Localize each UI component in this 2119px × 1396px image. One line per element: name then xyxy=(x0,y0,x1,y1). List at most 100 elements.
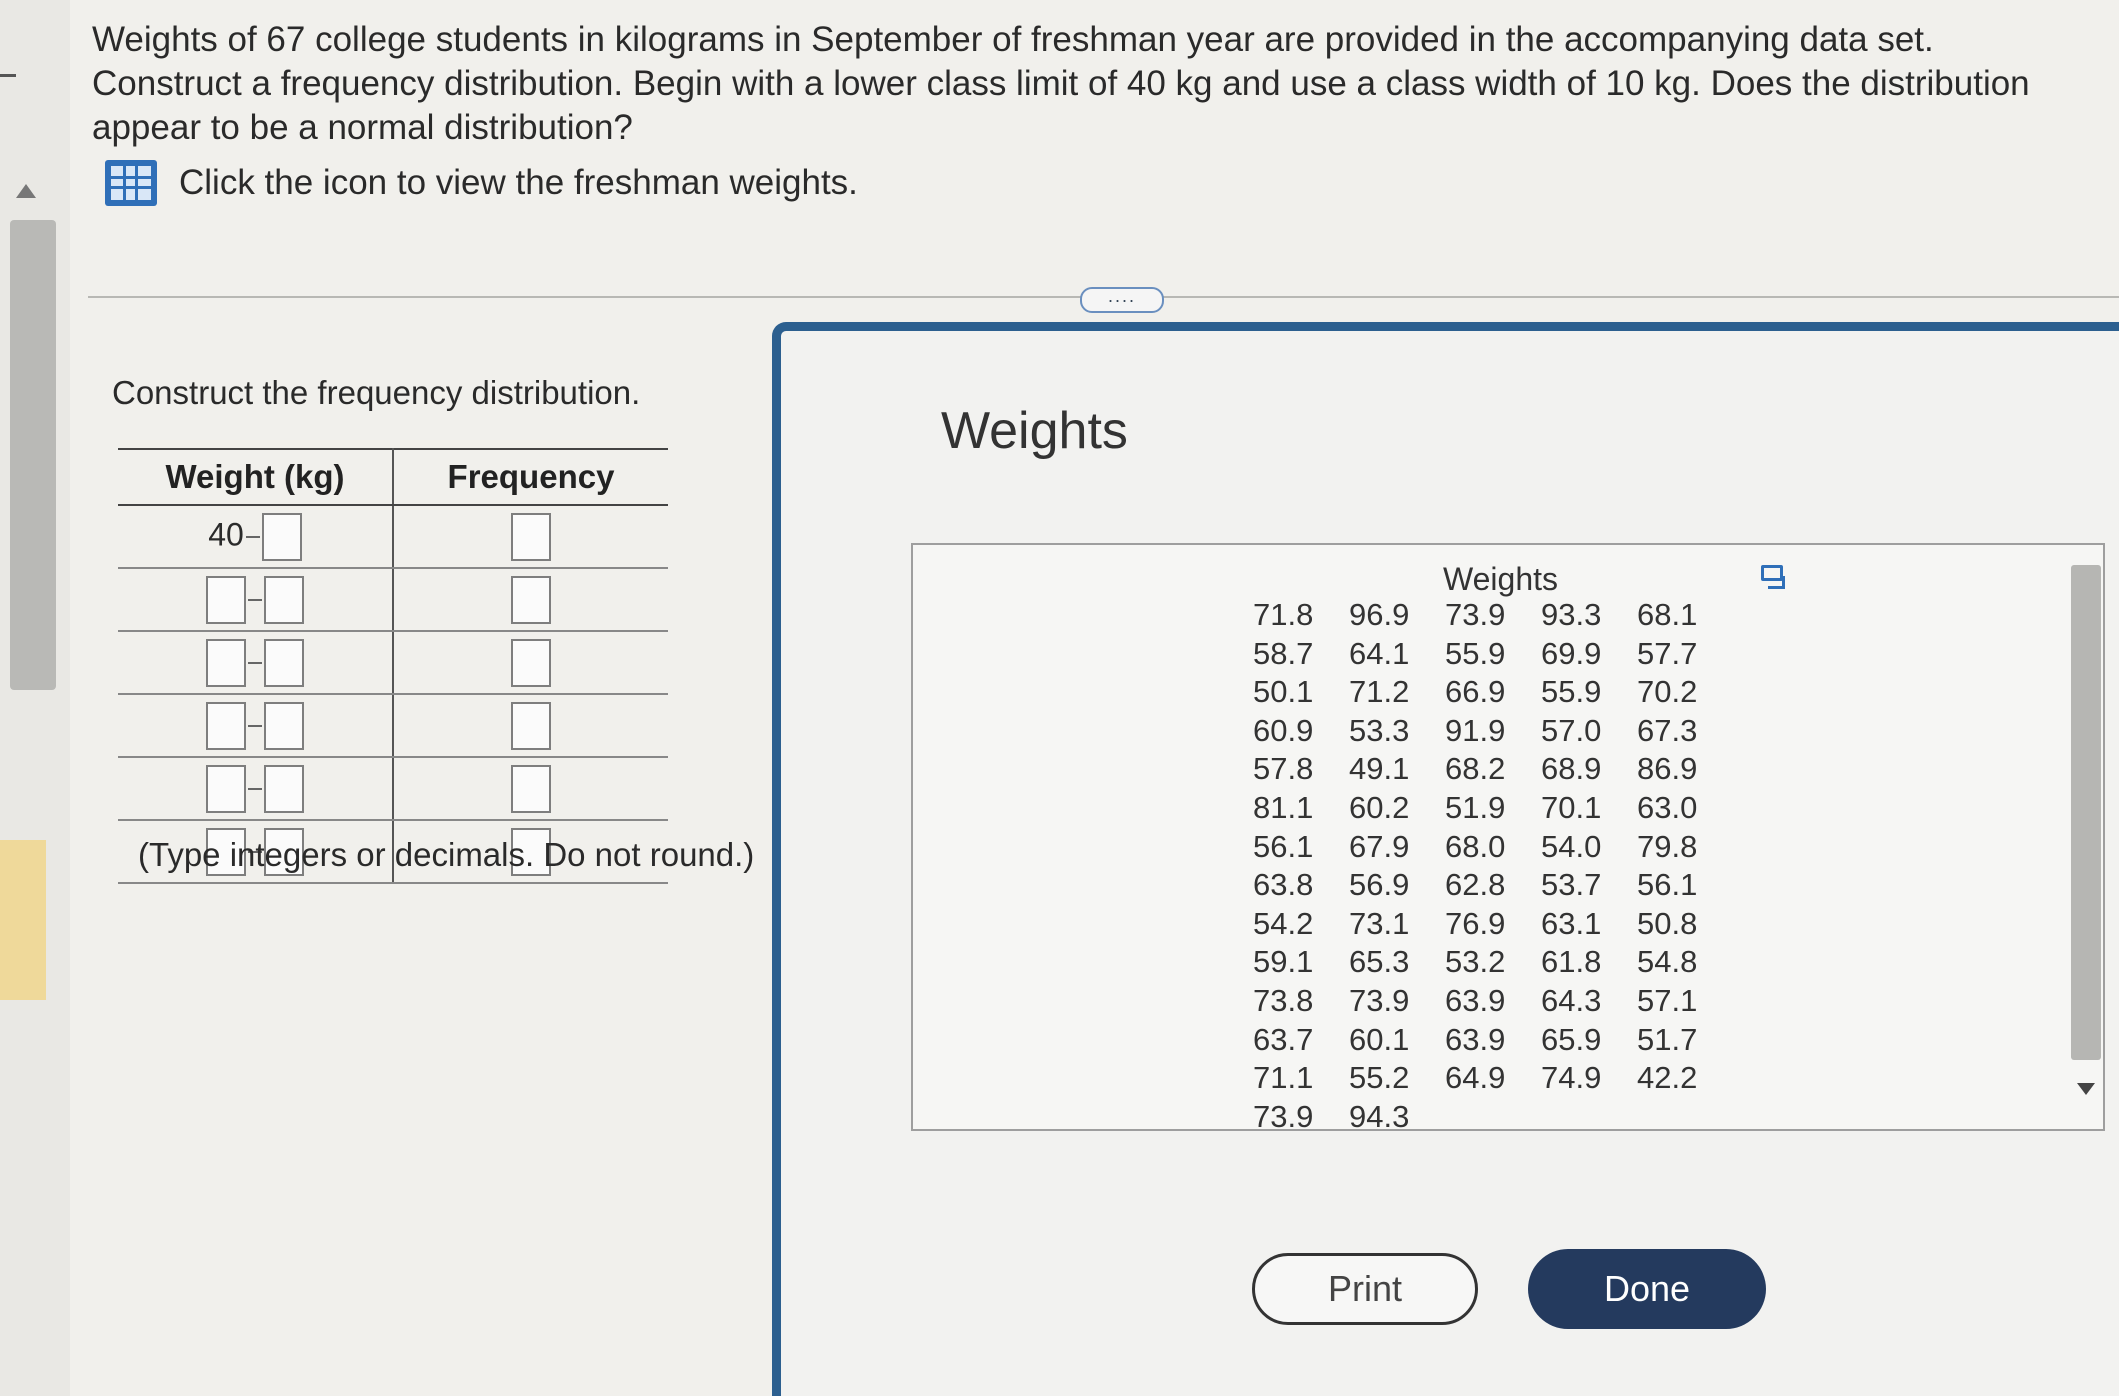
weights-popup: Weights Weights 71.8 96.9 73.9 93.3 68.1 58.7… xyxy=(772,322,2119,1396)
weight-value: 81.1 xyxy=(1253,789,1314,825)
weight-value: 63.9 xyxy=(1445,982,1506,1018)
weight-value: 67.3 xyxy=(1637,712,1698,748)
lower-limit-input-4[interactable] xyxy=(206,701,246,750)
frequency-instruction: Construct the frequency distribution. xyxy=(112,374,641,411)
highlight-marker xyxy=(0,840,46,1000)
class-cell: 40 xyxy=(118,505,394,569)
data-table-title: Weights xyxy=(1443,561,1559,597)
header-frequency: Frequency xyxy=(393,448,668,506)
print-button[interactable]: Print xyxy=(1252,1253,1478,1325)
weight-value: 70.2 xyxy=(1637,674,1698,710)
data-scrollbar[interactable] xyxy=(2069,555,2103,1115)
class-cell xyxy=(118,631,394,695)
weight-value: 71.1 xyxy=(1253,1060,1314,1096)
weight-value: 58.7 xyxy=(1253,635,1314,671)
frequency-input-5[interactable] xyxy=(511,764,551,813)
input-note: (Type integers or decimals. Do not round… xyxy=(138,836,755,873)
lower-limit-input-2[interactable] xyxy=(206,575,246,624)
scroll-up-arrow-icon[interactable] xyxy=(16,184,36,198)
weight-value: 57.8 xyxy=(1253,751,1314,787)
weight-value: 50.1 xyxy=(1253,674,1314,710)
upper-limit-input-5[interactable] xyxy=(264,764,304,813)
popup-title: Weights xyxy=(941,402,1128,460)
upper-limit-input-4[interactable] xyxy=(264,701,304,750)
copy-icon[interactable] xyxy=(1761,565,1785,589)
weight-value: 55.9 xyxy=(1541,674,1602,710)
weight-value: 70.1 xyxy=(1541,789,1602,825)
class-dash xyxy=(248,661,262,664)
scroll-down-arrow-icon[interactable] xyxy=(2077,1083,2095,1095)
class-dash xyxy=(248,724,262,727)
weight-value: 49.1 xyxy=(1349,751,1410,787)
upper-limit-input-1[interactable] xyxy=(261,512,302,561)
class-cell xyxy=(118,694,394,758)
lower-limit-input-5[interactable] xyxy=(206,764,246,813)
weight-value: 60.9 xyxy=(1253,712,1314,748)
done-button[interactable]: Done xyxy=(1528,1249,1766,1329)
weight-value: 63.8 xyxy=(1253,867,1314,903)
weight-value: 56.9 xyxy=(1349,867,1410,903)
weight-value: 54.2 xyxy=(1253,905,1314,941)
weight-value: 64.1 xyxy=(1349,635,1410,671)
more-options-button[interactable]: .... xyxy=(1080,287,1164,313)
weight-value: 64.3 xyxy=(1541,982,1602,1018)
weight-value: 55.2 xyxy=(1349,1060,1410,1096)
frequency-input-4[interactable] xyxy=(511,701,551,750)
weight-value: 53.3 xyxy=(1349,712,1410,748)
weight-value: 79.8 xyxy=(1637,828,1698,864)
question-text: Weights of 67 college students in kilogr… xyxy=(92,20,2030,147)
class-cell xyxy=(118,757,394,821)
class-dash xyxy=(248,787,262,790)
weight-value: 68.1 xyxy=(1637,597,1698,632)
weight-value: 64.9 xyxy=(1445,1060,1506,1096)
data-table-icon[interactable] xyxy=(105,160,157,206)
weight-value: 96.9 xyxy=(1349,597,1410,632)
weight-value: 68.0 xyxy=(1445,828,1506,864)
weight-value: 53.7 xyxy=(1541,867,1602,903)
weight-value: 65.3 xyxy=(1349,944,1410,980)
weights-grid: 71.8 96.9 73.9 93.3 68.1 58.7 64.1 55.9 69.9 57.7… xyxy=(1253,597,1733,1137)
weight-value: 63.1 xyxy=(1541,905,1602,941)
weight-value: 93.3 xyxy=(1541,597,1602,632)
weight-value: 55.9 xyxy=(1445,635,1506,671)
table-row xyxy=(118,568,668,632)
class-dash xyxy=(245,535,260,538)
upper-limit-input-3[interactable] xyxy=(264,638,304,687)
weight-value: 68.9 xyxy=(1541,751,1602,787)
weight-value: 73.9 xyxy=(1253,1098,1314,1134)
frequency-input-1[interactable] xyxy=(511,512,551,561)
left-scroll-rail[interactable] xyxy=(0,0,70,1396)
scrollbar-thumb[interactable] xyxy=(10,220,56,690)
data-scrollbar-thumb[interactable] xyxy=(2071,565,2101,1060)
frequency-cell xyxy=(393,631,668,695)
dataset-link-text: Click the icon to view the freshman weig… xyxy=(179,163,858,202)
frequency-input-2[interactable] xyxy=(511,575,551,624)
weight-value: 57.7 xyxy=(1637,635,1698,671)
weight-value: 65.9 xyxy=(1541,1021,1602,1057)
weight-value: 66.9 xyxy=(1445,674,1506,710)
dataset-link-row: Click the icon to view the freshman weig… xyxy=(105,160,858,206)
collapse-dash-icon[interactable] xyxy=(0,74,16,77)
weight-value: 60.2 xyxy=(1349,789,1410,825)
weight-value: 62.8 xyxy=(1445,867,1506,903)
frequency-input-3[interactable] xyxy=(511,638,551,687)
lower-limit-input-3[interactable] xyxy=(206,638,246,687)
weight-value: 61.8 xyxy=(1541,944,1602,980)
upper-limit-input-2[interactable] xyxy=(264,575,304,624)
weight-value: 71.2 xyxy=(1349,674,1410,710)
weight-value: 60.1 xyxy=(1349,1021,1410,1057)
weight-value: 42.2 xyxy=(1637,1060,1698,1096)
weight-value: 73.9 xyxy=(1349,982,1410,1018)
table-row xyxy=(118,757,668,821)
weights-data-panel: Weights 71.8 96.9 73.9 93.3 68.1 58.7 64.1 55.9… xyxy=(911,543,2105,1134)
weight-value: 86.9 xyxy=(1637,751,1698,787)
class-dash xyxy=(248,598,262,601)
weight-value: 63.7 xyxy=(1253,1021,1314,1057)
weight-value: 53.2 xyxy=(1445,944,1506,980)
table-row: 40 xyxy=(118,505,668,569)
weight-value: 50.8 xyxy=(1637,905,1698,941)
weight-value: 63.0 xyxy=(1637,789,1698,825)
weight-value: 63.9 xyxy=(1445,1021,1506,1057)
frequency-cell xyxy=(393,568,668,632)
weight-value: 76.9 xyxy=(1445,905,1506,941)
